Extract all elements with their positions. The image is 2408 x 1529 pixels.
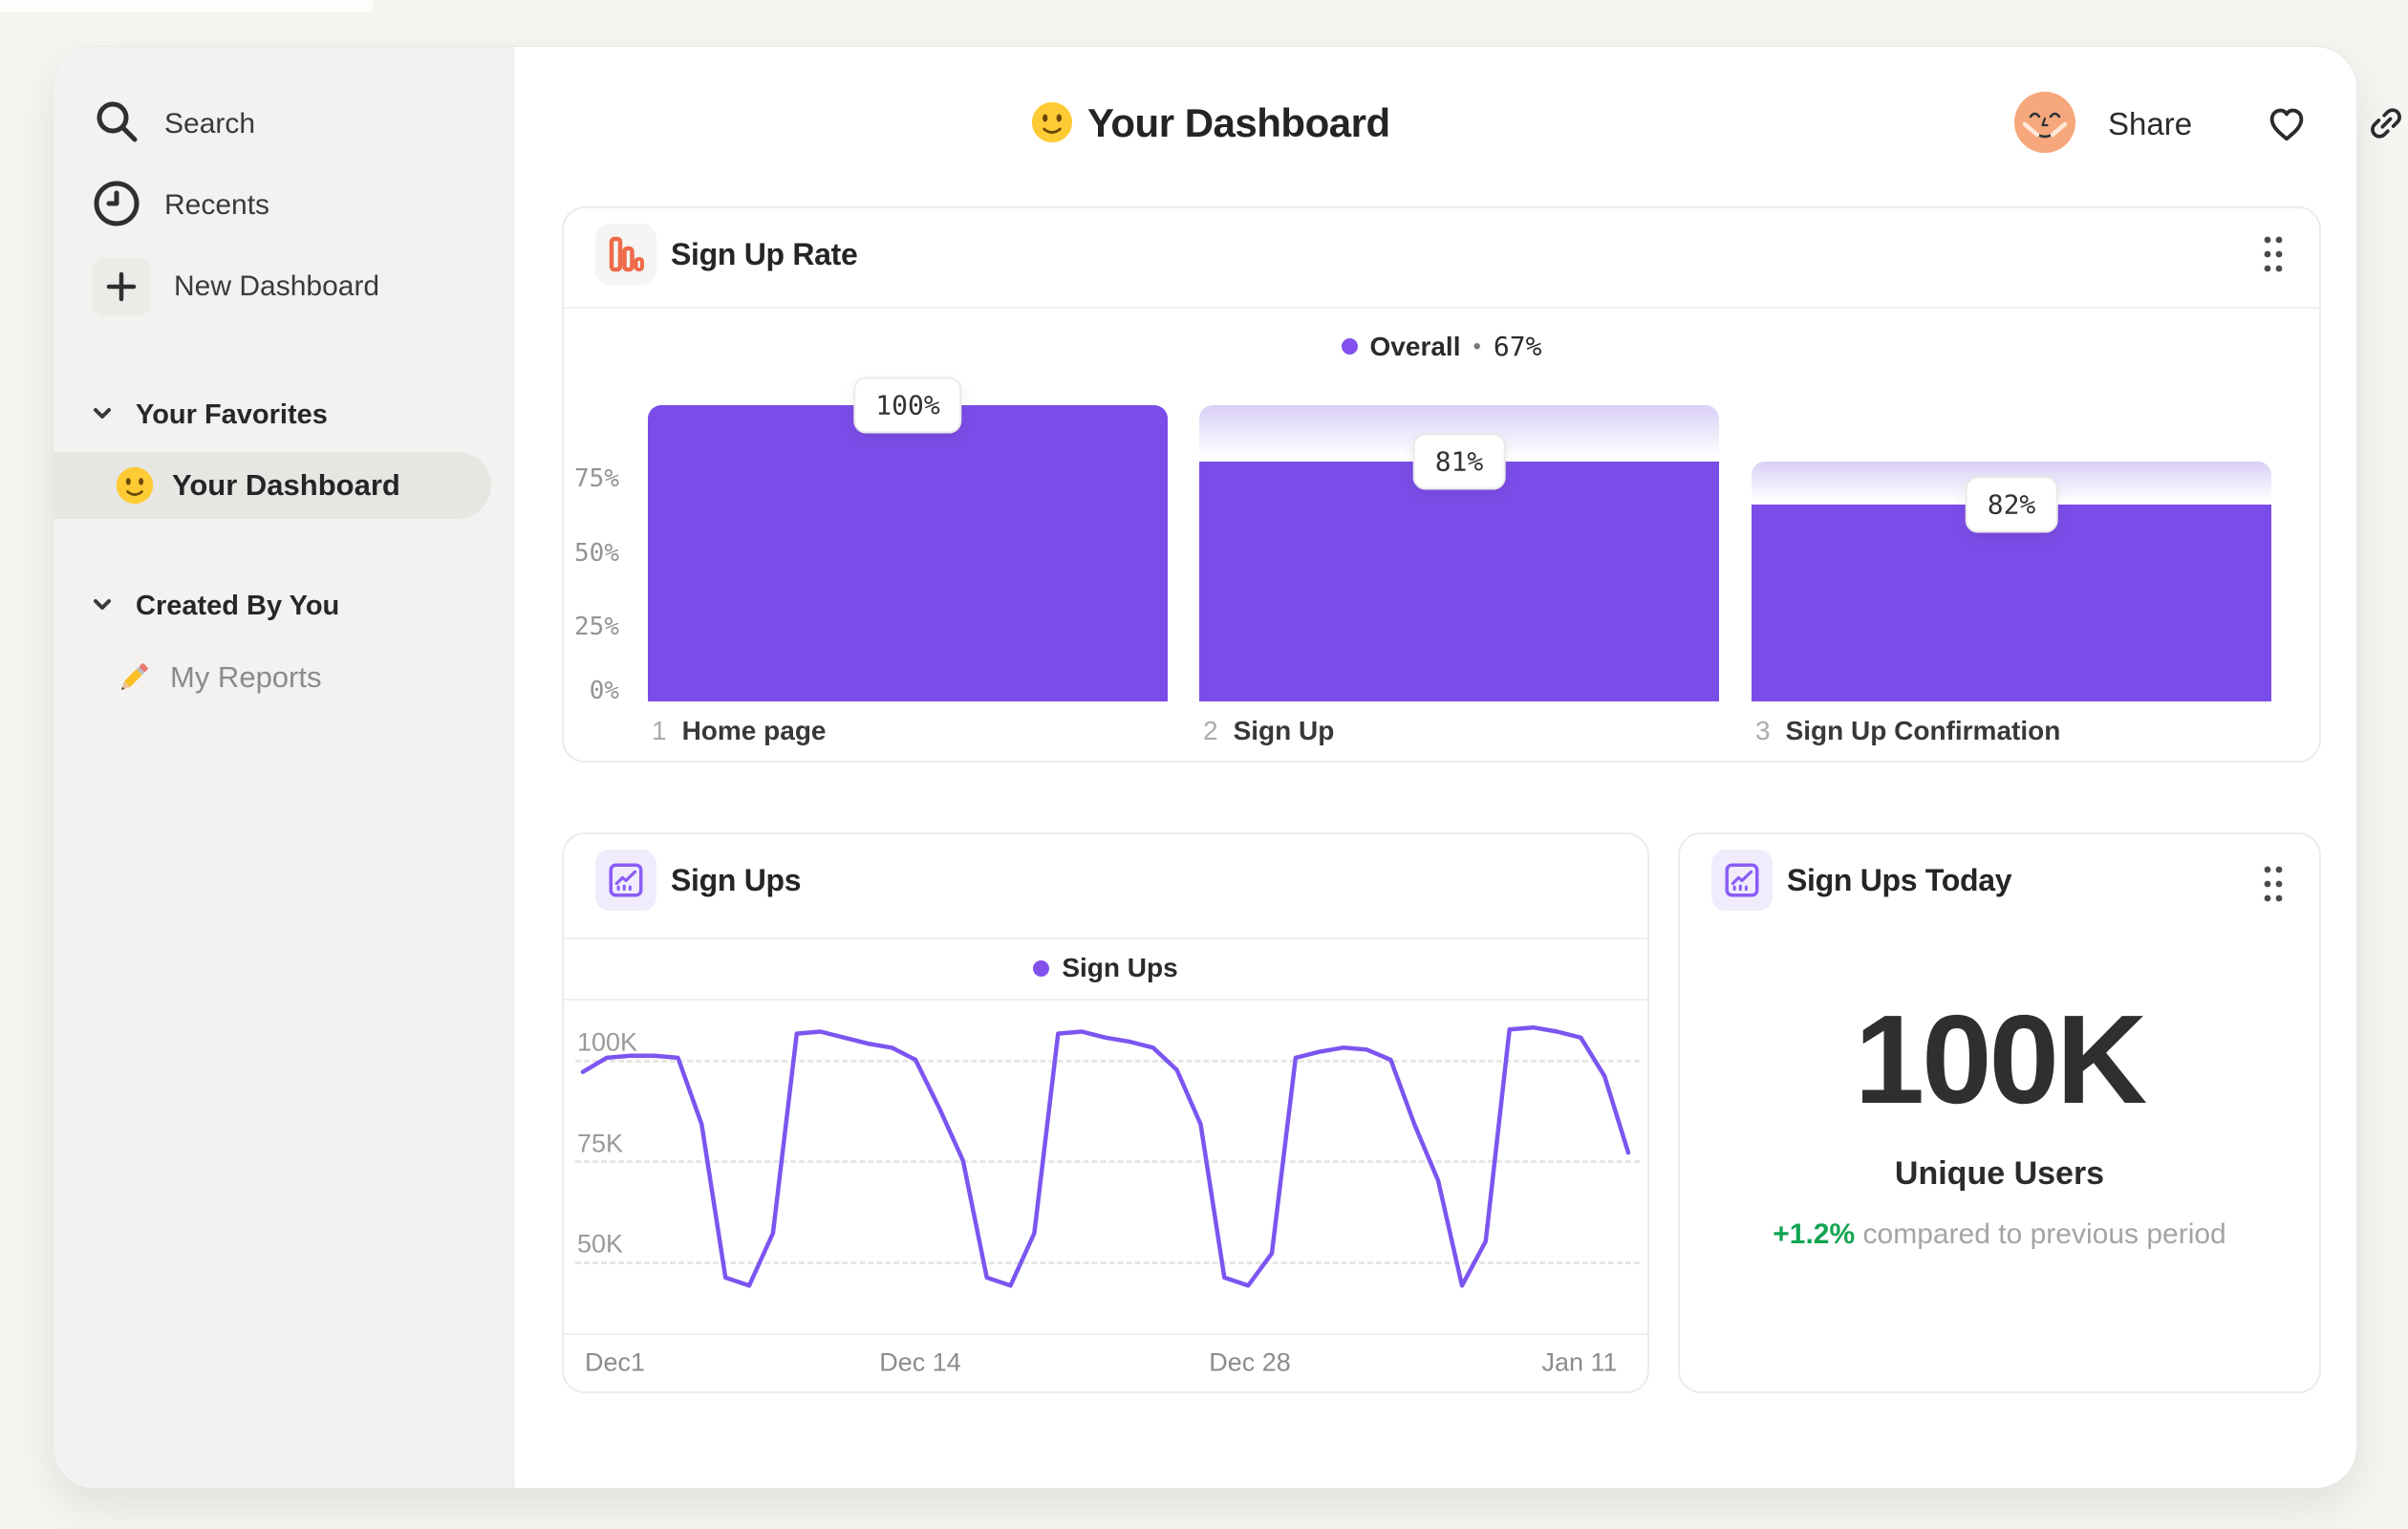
- funnel-bar-sign-up[interactable]: 81%: [1199, 405, 1719, 701]
- sign-up-rate-card: Sign Up Rate Overall • 67% 75% 50% 25% 0…: [562, 206, 2321, 763]
- card-header: Sign Up Rate: [564, 208, 2319, 307]
- x-axis-line: [564, 1333, 1647, 1335]
- sidebar-item-your-dashboard[interactable]: Your Dashboard: [54, 452, 491, 519]
- section-label: Created By You: [136, 590, 340, 621]
- sign-ups-today-card: Sign Ups Today 100K Unique Users +1.2% c…: [1678, 832, 2321, 1393]
- delta-row: +1.2% compared to previous period: [1680, 1218, 2319, 1251]
- step-name: Sign Up Confirmation: [1785, 716, 2061, 745]
- sidebar-item-new-dashboard[interactable]: New Dashboard: [92, 256, 379, 317]
- funnel-legend[interactable]: Overall • 67%: [564, 331, 2319, 362]
- card-title: Sign Up Rate: [671, 236, 858, 271]
- conversion-chip: 100%: [853, 377, 962, 434]
- section-label: Your Favorites: [136, 398, 328, 430]
- step-name: Sign Up: [1233, 716, 1335, 745]
- x-axis-tick: Jan 11: [1541, 1347, 1618, 1377]
- sign-ups-line-series[interactable]: [564, 834, 1651, 1395]
- sidebar-item-label: My Reports: [170, 660, 322, 694]
- drag-handle-icon[interactable]: [2254, 859, 2292, 909]
- y-axis-tick: 75%: [574, 464, 619, 493]
- drag-handle-icon[interactable]: [2254, 229, 2292, 279]
- y-axis-tick: 50%: [574, 539, 619, 568]
- sidebar-item-label: Recents: [164, 189, 270, 221]
- card-title: Sign Ups Today: [1787, 862, 2012, 897]
- search-icon: [92, 97, 141, 152]
- legend-overall-value: 67%: [1493, 331, 1542, 362]
- x-axis-tick: Dec 14: [879, 1347, 961, 1377]
- sign-ups-card: Sign Ups Sign Ups 100K 75K 50K Dec1 Dec …: [562, 832, 1649, 1393]
- legend-series-name: Overall: [1369, 331, 1461, 361]
- x-axis-tick: Dec1: [585, 1347, 646, 1377]
- sidebar-item-search[interactable]: Search: [92, 94, 255, 155]
- line-chart-icon: [1711, 850, 1773, 911]
- delta-description: compared to previous period: [1862, 1218, 2226, 1250]
- sidebar-item-label: New Dashboard: [174, 270, 380, 302]
- unique-users-label: Unique Users: [1894, 1155, 2105, 1192]
- sidebar-section-created-by-you[interactable]: Created By You: [90, 582, 339, 630]
- unique-users-value: 100K: [1854, 989, 2148, 1130]
- chevron-down-icon: [90, 400, 115, 430]
- delta-value: +1.2%: [1773, 1218, 1856, 1250]
- smiley-emoji-icon: [1030, 100, 1074, 144]
- pencil-emoji-icon: [113, 657, 155, 699]
- x-axis-label: 2 Sign Up: [1203, 716, 1334, 746]
- bar-chart-icon: [595, 224, 656, 285]
- bar-solid: [648, 405, 1168, 701]
- favorite-heart-icon[interactable]: [2264, 100, 2310, 146]
- bar-solid: [1752, 505, 2271, 701]
- conversion-chip: 82%: [1965, 476, 2058, 533]
- plus-icon: [92, 257, 151, 316]
- y-axis-tick: 25%: [574, 613, 619, 641]
- y-axis-tick: 0%: [589, 677, 619, 705]
- dashboard-header: Your Dashboard Share Add Report: [514, 47, 2401, 200]
- step-number: 1: [652, 716, 667, 745]
- step-name: Home page: [681, 716, 827, 745]
- user-avatar[interactable]: [2014, 92, 2075, 153]
- x-axis-label: 3 Sign Up Confirmation: [1755, 716, 2060, 746]
- header-divider: [564, 307, 2319, 309]
- copy-link-icon[interactable]: [2363, 100, 2408, 146]
- legend-dot: [1341, 338, 1358, 355]
- clock-icon: [92, 179, 141, 233]
- legend-separator: •: [1473, 333, 1481, 359]
- sidebar: Search Recents New Dashboard Your Favori…: [54, 47, 514, 1488]
- sidebar-item-label: Search: [164, 108, 256, 140]
- page-title: Your Dashboard: [1087, 100, 1390, 145]
- app-window: Search Recents New Dashboard Your Favori…: [53, 46, 2401, 1489]
- sidebar-section-your-favorites[interactable]: Your Favorites: [90, 391, 328, 439]
- step-number: 2: [1203, 716, 1218, 745]
- funnel-bar-home-page[interactable]: 100%: [648, 377, 1168, 701]
- x-axis-tick: Dec 28: [1209, 1347, 1291, 1377]
- sidebar-item-recents[interactable]: Recents: [92, 175, 269, 236]
- bar-solid: [1199, 461, 1719, 701]
- smiley-emoji-icon: [115, 465, 155, 506]
- conversion-chip: 81%: [1412, 433, 1506, 490]
- x-axis-label: 1 Home page: [652, 716, 827, 746]
- sidebar-item-my-reports[interactable]: My Reports: [113, 645, 321, 710]
- chevron-down-icon: [90, 592, 115, 621]
- step-number: 3: [1755, 716, 1771, 745]
- card-header: Sign Ups Today: [1680, 834, 2319, 933]
- sidebar-item-label: Your Dashboard: [172, 468, 400, 502]
- top-edge-strip: [0, 0, 373, 12]
- funnel-bar-sign-up-confirmation[interactable]: 82%: [1752, 405, 2271, 701]
- share-button[interactable]: Share: [2108, 106, 2192, 142]
